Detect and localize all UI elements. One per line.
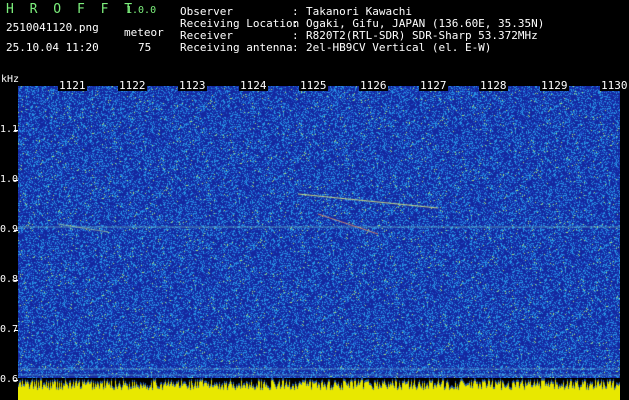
app-version: 1.0.0 [126,5,157,16]
signal-level-strip [18,378,620,400]
yaxis-unit: kHz [1,74,20,85]
meta-key-location: Receiving Location [180,17,300,30]
xaxis-tick-label: 1124 [239,79,268,92]
xaxis-tick-label: 1130 [600,79,629,92]
xaxis-tick-label: 1127 [419,79,448,92]
meta-colon: : [292,29,299,42]
yaxis-tick [14,380,18,381]
yaxis-tick [14,180,18,181]
meta-key-antenna: Receiving antenna [180,41,293,54]
xaxis-tick-label: 1125 [299,79,328,92]
meta-colon: : [292,5,299,18]
meta-colon: : [292,41,299,54]
yaxis-tick [14,280,18,281]
yaxis-tick [14,130,18,131]
app-name: H R O F F T [6,2,137,17]
meta-colon: : [292,17,299,30]
xaxis-tick-label: 1123 [178,79,207,92]
spectrogram [18,86,620,378]
meta-value-receiver: R820T2(RTL-SDR) SDR-Sharp 53.372MHz [306,29,538,42]
meta-value-location: Ogaki, Gifu, JAPAN (136.60E, 35.35N) [306,17,545,30]
detection-count: 75 [138,41,152,54]
xaxis-tick-label: 1126 [359,79,388,92]
capture-datetime: 25.10.04 11:20 [6,41,99,54]
meta-key-receiver: Receiver [180,29,233,42]
meta-value-observer: Takanori Kawachi [306,5,412,18]
xaxis-tick-label: 1129 [540,79,569,92]
detection-label: meteor [124,26,164,39]
xaxis-tick-label: 1122 [118,79,147,92]
yaxis-tick [14,330,18,331]
meta-value-antenna: 2el-HB9CV Vertical (el. E-W) [306,41,492,54]
capture-filename: 2510041120.png [6,21,99,34]
meta-key-observer: Observer [180,5,233,18]
yaxis-tick [14,230,18,231]
xaxis-tick-label: 1128 [479,79,508,92]
xaxis-tick-label: 1121 [58,79,87,92]
